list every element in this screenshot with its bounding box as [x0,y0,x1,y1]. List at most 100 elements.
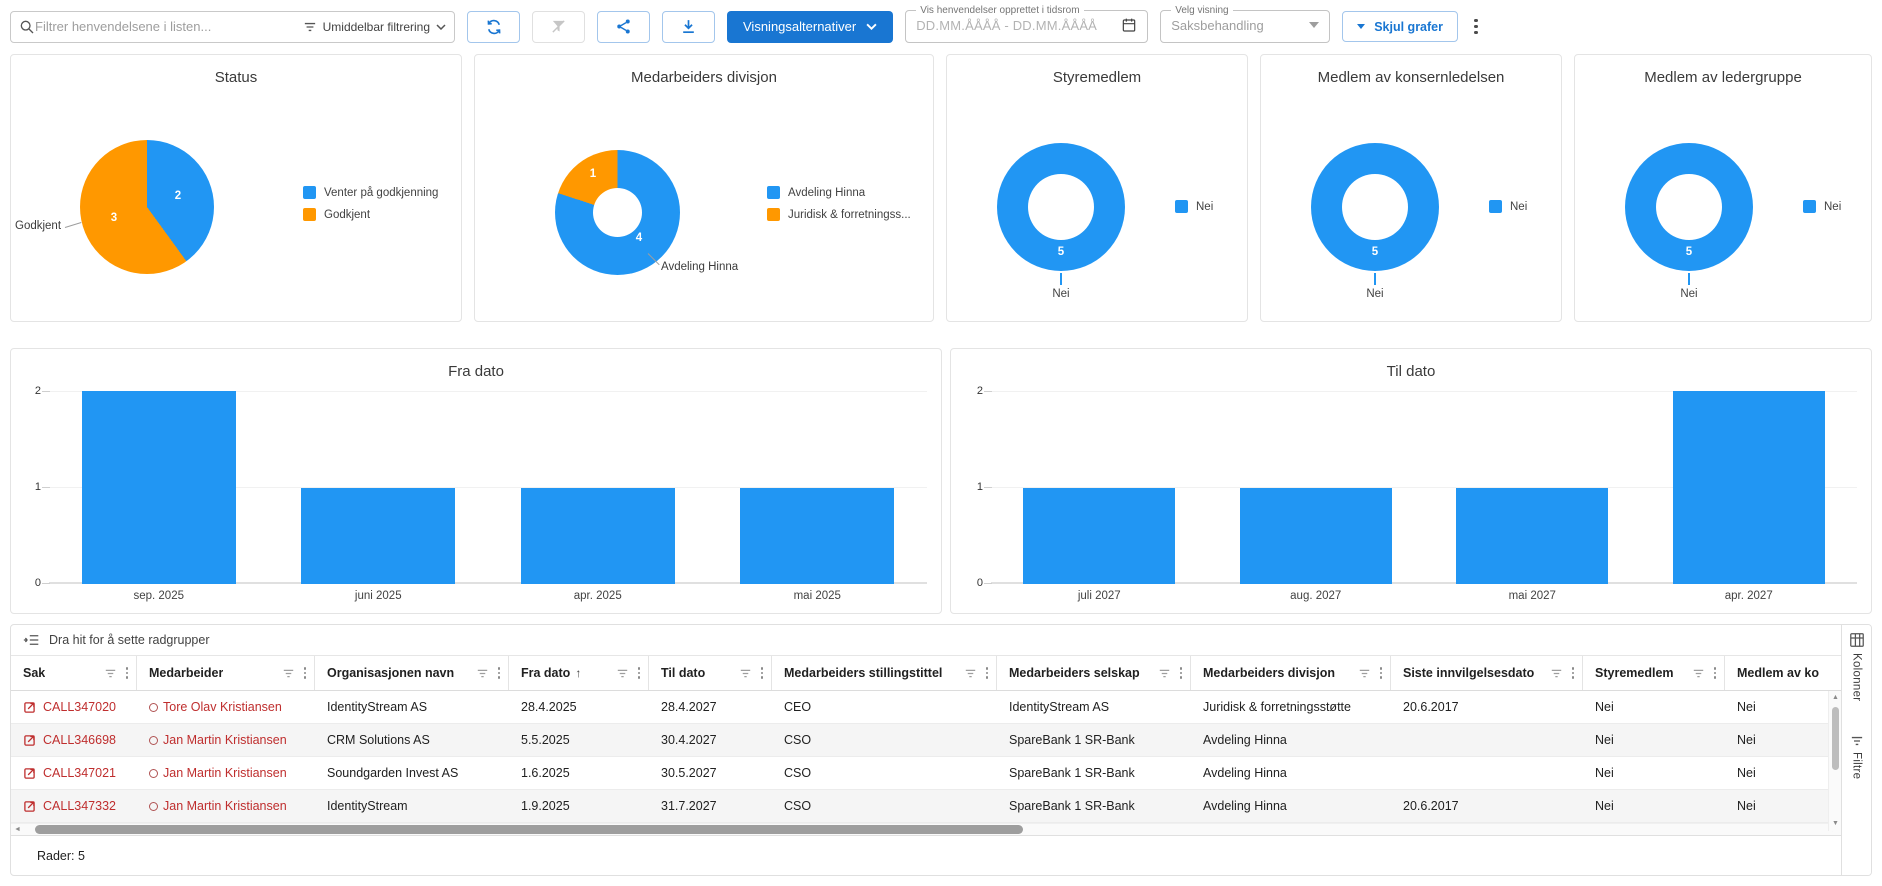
column-header-fra-dato[interactable]: Fra dato ↑ [509,656,649,690]
horizontal-scrollbar-thumb[interactable] [35,825,1023,834]
bar[interactable] [1673,391,1825,584]
bar[interactable] [1456,488,1608,585]
column-header-organisasjonen-navn[interactable]: Organisasjonen navn [315,656,509,690]
legend-item[interactable]: Nei [1175,200,1213,213]
column-header-selskap[interactable]: Medarbeiders selskap [997,656,1191,690]
case-link[interactable]: CALL346698 [23,733,116,747]
group-management-donut-chart[interactable]: 5 [1311,143,1439,271]
legend-item[interactable]: Godkjent [303,208,438,221]
scroll-up-icon[interactable]: ▲ [1832,692,1839,704]
row-group-dropzone[interactable]: Dra hit for å sette radgrupper [11,625,1841,656]
filter-lines-icon [303,21,317,33]
column-menu-icon[interactable] [1570,665,1577,681]
clear-filter-button[interactable] [532,11,585,43]
table-row[interactable]: CALL347332 Jan Martin Kristiansen Identi… [11,790,1841,823]
column-filter-icon[interactable] [104,668,117,679]
columns-icon[interactable] [1849,632,1865,648]
side-tab-kolonner[interactable]: Kolonner [1851,653,1863,701]
legend-item[interactable]: Juridisk & forretningss... [767,208,911,221]
cell-stillingstittel: CSO [772,724,997,756]
person-link[interactable]: Jan Martin Kristiansen [149,766,287,780]
person-link[interactable]: Jan Martin Kristiansen [149,799,287,813]
toolbar: Umiddelbar filtrering Visningsalternativ… [0,0,1882,46]
column-filter-icon[interactable] [1692,668,1705,679]
person-link[interactable]: Jan Martin Kristiansen [149,733,287,747]
legend-item[interactable]: Avdeling Hinna [767,186,911,199]
bar[interactable] [521,488,675,585]
horizontal-scrollbar[interactable]: ◄ ► [11,823,1841,835]
status-pie-chart[interactable]: 2 3 [80,140,214,274]
legend-swatch [1489,200,1502,213]
slice-value-label: 5 [1625,246,1753,258]
bar[interactable] [1240,488,1392,585]
vertical-scrollbar-thumb[interactable] [1832,707,1839,770]
column-filter-icon[interactable] [1358,668,1371,679]
column-header-sak[interactable]: Sak [11,656,137,690]
column-menu-icon[interactable] [124,665,131,681]
column-filter-icon[interactable] [282,668,295,679]
column-header-styremedlem[interactable]: Styremedlem [1583,656,1725,690]
table-row[interactable]: CALL346698 Jan Martin Kristiansen CRM So… [11,724,1841,757]
legend-item[interactable]: Venter på godkjenning [303,186,438,199]
view-select-field[interactable]: Velg visning Saksbehandling [1160,7,1330,43]
case-link[interactable]: CALL347332 [23,799,116,813]
view-options-button[interactable]: Visningsalternativer [727,11,893,43]
column-header-til-dato[interactable]: Til dato [649,656,772,690]
cell-medlem-av-ko: Nei [1725,691,1828,723]
case-link[interactable]: CALL347021 [23,766,116,780]
column-menu-icon[interactable] [1712,665,1719,681]
bar[interactable] [740,488,894,585]
column-header-siste-innvilgelsesdato[interactable]: Siste innvilgelsesdato [1391,656,1583,690]
column-filter-icon[interactable] [1550,668,1563,679]
calendar-icon[interactable] [1121,17,1137,33]
table-row[interactable]: CALL347021 Jan Martin Kristiansen Soundg… [11,757,1841,790]
more-options-icon[interactable] [1470,15,1482,39]
column-header-stillingstittel[interactable]: Medarbeiders stillingstittel [772,656,997,690]
column-filter-icon[interactable] [739,668,752,679]
column-header-medarbeider[interactable]: Medarbeider [137,656,315,690]
column-filter-icon[interactable] [964,668,977,679]
column-filter-icon[interactable] [476,668,489,679]
legend-item[interactable]: Nei [1803,200,1841,213]
column-menu-icon[interactable] [1378,665,1385,681]
cell-selskap: SpareBank 1 SR-Bank [997,790,1191,822]
bar[interactable] [82,391,236,584]
division-donut-chart[interactable]: 1 4 [555,150,680,275]
hide-charts-button[interactable]: Skjul grafer [1342,11,1458,42]
table-row[interactable]: CALL347020 Tore Olav Kristiansen Identit… [11,691,1841,724]
date-range-input[interactable]: DD.MM.ÅÅÅÅ - DD.MM.ÅÅÅÅ [916,18,1097,33]
management-team-donut-chart[interactable]: 5 [1625,143,1753,271]
legend-item[interactable]: Nei [1489,200,1527,213]
column-menu-icon[interactable] [759,665,766,681]
filter-lines-icon[interactable] [1850,735,1864,747]
case-link[interactable]: CALL347020 [23,700,116,714]
search-input[interactable] [35,19,303,34]
date-range-field[interactable]: Vis henvendelser opprettet i tidsrom DD.… [905,7,1148,43]
person-link[interactable]: Tore Olav Kristiansen [149,700,282,714]
column-header-divisjon[interactable]: Medarbeiders divisjon [1191,656,1391,690]
column-filter-icon[interactable] [1158,668,1171,679]
vertical-scrollbar[interactable]: ▲ ▼ [1828,691,1841,831]
board-member-donut-chart[interactable]: 5 [997,143,1125,271]
cell-siste-innvilgelsesdato [1391,757,1583,789]
column-filter-icon[interactable] [616,668,629,679]
column-header-medlem-av-ko[interactable]: Medlem av ko [1725,656,1828,690]
bar[interactable] [301,488,455,585]
scroll-down-icon[interactable]: ▼ [1832,818,1839,830]
instant-filter-dropdown[interactable]: Umiddelbar filtrering [303,20,446,34]
search-box[interactable]: Umiddelbar filtrering [10,11,455,43]
callout-line [1374,273,1376,285]
til-dato-bar-chart[interactable]: 2 1 0 [991,391,1857,584]
column-menu-icon[interactable] [1178,665,1185,681]
refresh-button[interactable] [467,11,520,43]
scroll-left-icon[interactable]: ◄ [14,824,21,836]
bar[interactable] [1023,488,1175,585]
column-menu-icon[interactable] [636,665,643,681]
column-menu-icon[interactable] [496,665,503,681]
side-tab-filtre[interactable]: Filtre [1851,752,1863,779]
share-button[interactable] [597,11,650,43]
column-menu-icon[interactable] [984,665,991,681]
fra-dato-bar-chart[interactable]: 2 1 0 [49,391,927,584]
column-menu-icon[interactable] [302,665,309,681]
download-button[interactable] [662,11,715,43]
